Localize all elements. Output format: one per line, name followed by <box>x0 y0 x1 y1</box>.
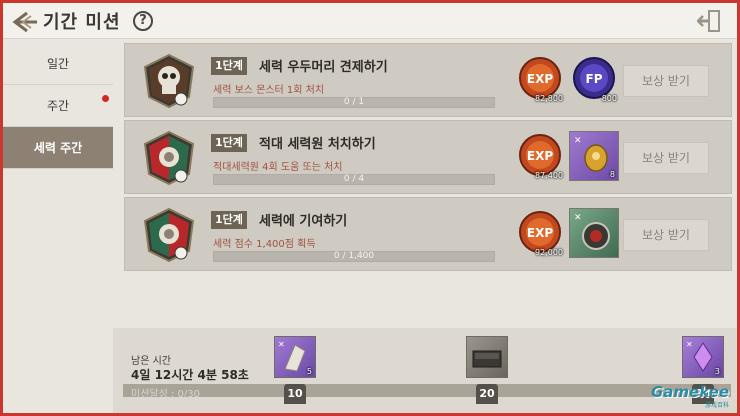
compass-item-reward: ✕ <box>569 208 619 258</box>
fp-label: FP <box>586 72 603 86</box>
achievement-progress-bar <box>123 384 731 397</box>
mission-description: 적대세력원 4회 도움 또는 처치 <box>213 162 343 173</box>
exp-label: EXP <box>527 149 553 163</box>
watermark-logo: Gamekee <box>650 383 729 401</box>
notification-dot <box>102 95 109 102</box>
watermark-subtext: 游戏百科 <box>704 402 729 409</box>
milestone-reward-30[interactable]: ✕ 3 <box>682 336 724 378</box>
reward-amount: 3 <box>714 367 720 376</box>
chest-icon <box>472 350 502 368</box>
claim-reward-button[interactable]: 보상 받기 <box>623 65 709 97</box>
mission-progress-bar: 0 / 4 <box>213 174 495 185</box>
skull-shield-icon <box>143 53 195 109</box>
tool-icon: ✕ <box>686 340 693 349</box>
milestone-reward-20[interactable] <box>466 336 508 378</box>
mission-description: 세력 점수 1,400점 획득 <box>213 239 316 250</box>
tab-label: 주간 <box>46 99 70 113</box>
achievement-progress-text: 미션달성 : 0/30 <box>131 389 200 400</box>
exp-reward: EXP 92,000 <box>515 208 565 258</box>
mission-row: 1단계 세력 우두머리 견제하기 세력 보스 몬스터 1회 처치 0 / 1 E… <box>124 43 732 117</box>
reward-amount: 87,400 <box>535 171 563 180</box>
mission-list: 1단계 세력 우두머리 견제하기 세력 보스 몬스터 1회 처치 0 / 1 E… <box>124 43 732 274</box>
exp-reward: EXP 87,400 <box>515 131 565 181</box>
compass-icon: ✕ <box>574 213 610 250</box>
claim-reward-button[interactable]: 보상 받기 <box>623 142 709 174</box>
tab-faction-weekly[interactable]: 세력 주간 <box>3 127 113 169</box>
header: 기간 미션 ? <box>3 3 737 39</box>
mission-row: 1단계 세력에 기여하기 세력 점수 1,400점 획득 0 / 1,400 E… <box>124 197 732 271</box>
mission-title: 세력 우두머리 견제하기 <box>259 60 388 75</box>
remaining-time-label: 남은 시간 <box>131 356 171 367</box>
progress-text: 0 / 1 <box>343 97 365 107</box>
exp-label: EXP <box>527 72 553 86</box>
tool-icon: ✕ <box>278 340 285 349</box>
back-arrow-icon[interactable] <box>9 9 39 35</box>
gold-item-reward: ✕ 8 <box>569 131 619 181</box>
mission-title: 적대 세력원 처치하기 <box>259 137 376 152</box>
reward-amount: 8 <box>609 170 615 179</box>
help-icon[interactable]: ? <box>133 11 153 31</box>
tool-icon: ✕ <box>574 213 582 223</box>
tab-daily[interactable]: 일간 <box>3 43 113 85</box>
sidebar: 일간 주간 세력 주간 <box>3 43 113 169</box>
milestone-tag: 10 <box>284 384 306 404</box>
reward-amount: 800 <box>601 94 617 103</box>
tool-icon: ✕ <box>574 136 582 146</box>
exit-icon[interactable] <box>697 9 723 33</box>
exp-label: EXP <box>527 226 553 240</box>
tab-label: 일간 <box>46 57 70 71</box>
mission-window: 기간 미션 ? 일간 주간 세력 주간 1단계 세력 우두머리 견제하기 세력 … <box>3 3 737 413</box>
mission-description: 세력 보스 몬스터 1회 처치 <box>213 85 325 96</box>
mission-title: 세력에 기여하기 <box>259 214 348 229</box>
claim-reward-button[interactable]: 보상 받기 <box>623 219 709 251</box>
reward-amount: 92,000 <box>535 248 563 257</box>
tab-label: 세력 주간 <box>33 141 83 155</box>
milestone-reward-10[interactable]: ✕ 5 <box>274 336 316 378</box>
remaining-time-value: 4일 12시간 4분 58초 <box>131 368 249 382</box>
tab-weekly[interactable]: 주간 <box>3 85 113 127</box>
stage-badge: 1단계 <box>211 134 247 152</box>
stage-badge: 1단계 <box>211 211 247 229</box>
faction-shield-icon <box>143 130 195 186</box>
reward-amount: 5 <box>306 367 312 376</box>
page-title: 기간 미션 <box>43 12 121 33</box>
cumulative-reward-panel: 남은 시간 4일 12시간 4분 58초 미션달성 : 0/30 ✕ 5 10 … <box>113 328 737 413</box>
progress-text: 0 / 4 <box>343 174 365 184</box>
milestone-tag: 20 <box>476 384 498 404</box>
exp-reward: EXP 82,800 <box>515 54 565 104</box>
progress-text: 0 / 1,400 <box>333 251 375 261</box>
mission-progress-bar: 0 / 1 <box>213 97 495 108</box>
mission-progress-bar: 0 / 1,400 <box>213 251 495 262</box>
faction-shield-icon <box>143 207 195 263</box>
reward-amount: 82,800 <box>535 94 563 103</box>
stage-badge: 1단계 <box>211 57 247 75</box>
mission-row: 1단계 적대 세력원 처치하기 적대세력원 4회 도움 또는 처치 0 / 4 … <box>124 120 732 194</box>
fp-reward: FP 800 <box>569 54 619 104</box>
